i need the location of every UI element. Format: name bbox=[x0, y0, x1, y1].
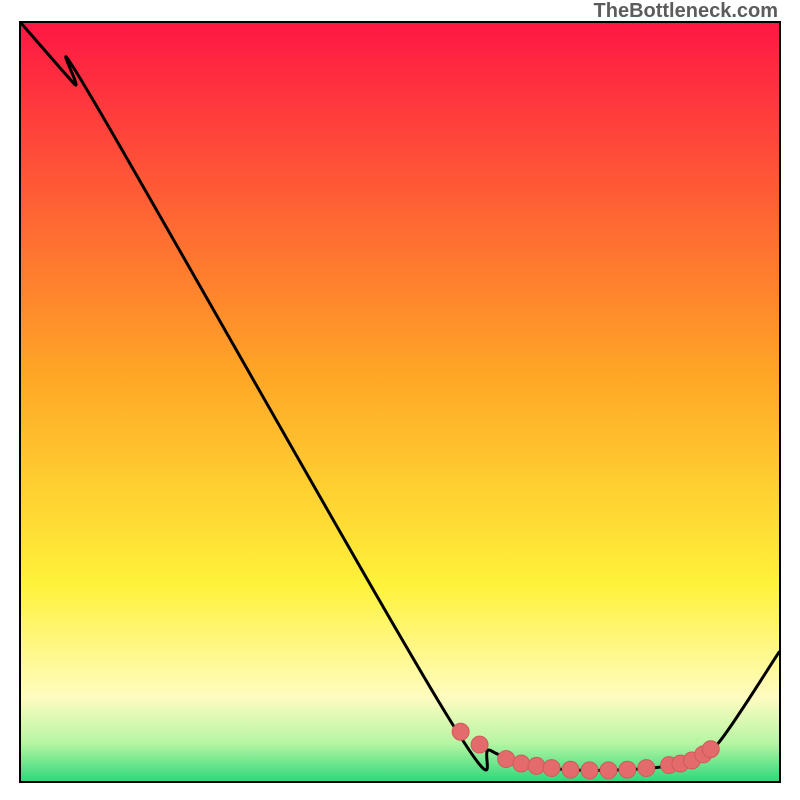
marker-dot bbox=[619, 761, 636, 778]
curve-layer bbox=[21, 23, 779, 781]
marker-dot bbox=[562, 761, 579, 778]
chart-root: { "watermark": "TheBottleneck.com", "col… bbox=[0, 0, 800, 800]
marker-dot bbox=[638, 760, 655, 777]
marker-dot bbox=[452, 723, 469, 740]
marker-dot bbox=[543, 760, 560, 777]
marker-dot bbox=[528, 757, 545, 774]
marker-dot bbox=[513, 755, 530, 772]
marker-dot bbox=[498, 751, 515, 768]
marker-dot bbox=[471, 736, 488, 753]
marker-dot bbox=[702, 741, 719, 758]
marker-dot bbox=[581, 762, 598, 779]
bottleneck-curve bbox=[21, 23, 779, 770]
plot-area bbox=[19, 21, 781, 783]
watermark-text: TheBottleneck.com bbox=[594, 0, 778, 23]
marker-dot bbox=[600, 762, 617, 779]
